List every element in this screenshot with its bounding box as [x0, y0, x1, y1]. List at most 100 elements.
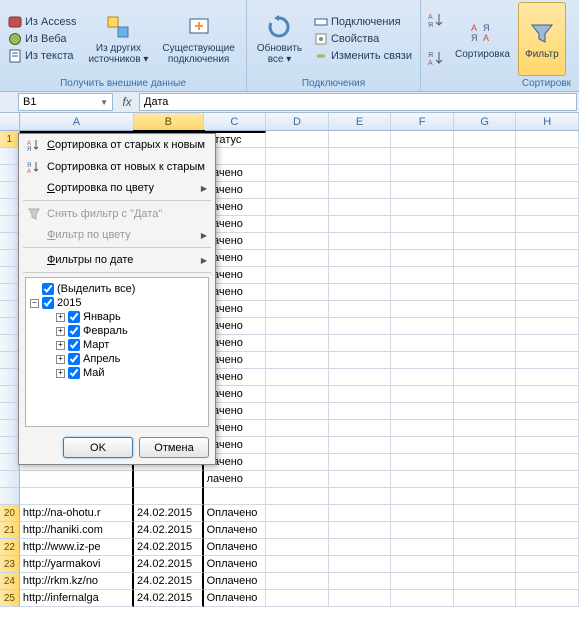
row-header[interactable]: 21 [0, 522, 20, 539]
cell[interactable] [454, 352, 517, 369]
cell[interactable] [516, 148, 579, 165]
tree-expand-icon[interactable]: + [56, 313, 65, 322]
cell[interactable] [516, 556, 579, 573]
cell[interactable] [266, 284, 329, 301]
cell[interactable] [391, 165, 454, 182]
cell[interactable]: http://haniki.com [20, 522, 134, 539]
sort-desc-button[interactable]: ЯА [425, 47, 447, 69]
select-all-corner[interactable] [0, 113, 20, 130]
row-header[interactable] [0, 471, 20, 488]
cell[interactable] [329, 148, 392, 165]
cell[interactable] [329, 318, 392, 335]
cell[interactable] [266, 233, 329, 250]
cell[interactable] [266, 403, 329, 420]
cell[interactable] [454, 454, 517, 471]
row-header[interactable] [0, 250, 20, 267]
row-header[interactable]: 25 [0, 590, 20, 607]
row-header[interactable] [0, 216, 20, 233]
cell[interactable] [391, 437, 454, 454]
cell[interactable] [391, 284, 454, 301]
cell[interactable] [391, 335, 454, 352]
from-other-sources-button[interactable]: Из другихисточников ▾ [82, 2, 154, 76]
cell[interactable] [329, 522, 392, 539]
cell[interactable] [516, 505, 579, 522]
cell[interactable] [329, 437, 392, 454]
cell[interactable] [516, 488, 579, 505]
row-header[interactable] [0, 267, 20, 284]
year-checkbox[interactable] [42, 297, 54, 309]
cell[interactable] [391, 471, 454, 488]
cell[interactable] [329, 335, 392, 352]
cell[interactable] [516, 165, 579, 182]
cell[interactable] [516, 573, 579, 590]
cell[interactable] [454, 335, 517, 352]
date-filters[interactable]: Фильтры по дате ▶ [19, 250, 215, 270]
cell[interactable] [329, 556, 392, 573]
cell[interactable] [266, 216, 329, 233]
cell[interactable] [454, 539, 517, 556]
cell[interactable] [20, 471, 134, 488]
cell[interactable] [266, 318, 329, 335]
col-header-D[interactable]: D [266, 113, 329, 130]
col-header-C[interactable]: C [204, 113, 267, 130]
tree-expand-icon[interactable]: + [56, 341, 65, 350]
cell[interactable] [204, 488, 267, 505]
cell[interactable] [454, 318, 517, 335]
row-header[interactable] [0, 437, 20, 454]
cell[interactable] [454, 573, 517, 590]
sort-oldest-newest[interactable]: АЯ Сортировка от старых к новым [19, 134, 215, 156]
cell[interactable] [516, 386, 579, 403]
cell[interactable] [391, 573, 454, 590]
cell[interactable] [391, 420, 454, 437]
cell[interactable] [266, 539, 329, 556]
cell[interactable]: http://yarmakovi [20, 556, 134, 573]
cell[interactable] [266, 335, 329, 352]
sort-by-color[interactable]: Сортировка по цвету ▶ [19, 178, 215, 198]
cell[interactable] [391, 488, 454, 505]
cell[interactable] [266, 437, 329, 454]
cell[interactable] [516, 437, 579, 454]
cell[interactable] [391, 352, 454, 369]
cell[interactable] [391, 505, 454, 522]
cell[interactable] [391, 301, 454, 318]
row-header[interactable] [0, 403, 20, 420]
cell[interactable] [266, 471, 329, 488]
cell[interactable] [516, 267, 579, 284]
formula-bar[interactable]: Дата [139, 93, 577, 111]
cell[interactable] [516, 522, 579, 539]
cell[interactable] [266, 573, 329, 590]
cell[interactable] [329, 250, 392, 267]
cell[interactable] [516, 216, 579, 233]
filter-values-tree[interactable]: (Выделить все) −2015 +Январь+Февраль+Мар… [25, 277, 209, 427]
tree-expand-icon[interactable]: + [56, 355, 65, 364]
cell[interactable] [454, 267, 517, 284]
cell[interactable]: 24.02.2015 [134, 556, 204, 573]
cell[interactable] [391, 216, 454, 233]
row-header[interactable] [0, 386, 20, 403]
cell[interactable] [516, 199, 579, 216]
cell[interactable] [516, 335, 579, 352]
cell[interactable] [516, 301, 579, 318]
cell[interactable] [266, 420, 329, 437]
cell[interactable] [266, 199, 329, 216]
col-header-G[interactable]: G [454, 113, 517, 130]
month-checkbox[interactable] [68, 325, 80, 337]
cell[interactable] [134, 471, 204, 488]
month-checkbox[interactable] [68, 353, 80, 365]
row-header[interactable]: 23 [0, 556, 20, 573]
cell[interactable] [454, 505, 517, 522]
cell[interactable]: http://www.iz-pe [20, 539, 134, 556]
col-header-H[interactable]: H [516, 113, 579, 130]
cell[interactable] [391, 369, 454, 386]
cell[interactable] [454, 369, 517, 386]
cell[interactable] [516, 233, 579, 250]
cell[interactable] [329, 420, 392, 437]
tree-expand-icon[interactable]: + [56, 369, 65, 378]
from-text-button[interactable]: Из текста [4, 48, 80, 64]
cell[interactable] [329, 182, 392, 199]
cell[interactable]: Оплачено [204, 573, 267, 590]
cell[interactable] [329, 454, 392, 471]
cell[interactable]: 24.02.2015 [134, 505, 204, 522]
cell[interactable] [266, 522, 329, 539]
filter-button[interactable]: Фильтр [518, 2, 566, 76]
